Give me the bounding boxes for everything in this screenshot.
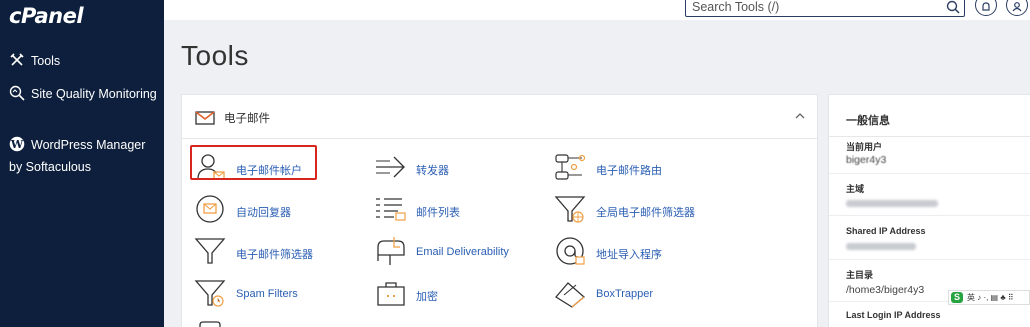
- encryption-icon: [377, 282, 405, 306]
- search-input[interactable]: [686, 0, 926, 16]
- email-panel: 电子邮件 电子邮件帐户 转发器 电子邮件路由 自动回复器 邮件列表 全局电子邮件…: [181, 94, 818, 327]
- current-user-value: biger4y3: [846, 154, 887, 166]
- spam-filters-icon: [194, 280, 226, 307]
- mailing-lists-icon: [376, 198, 406, 221]
- email-panel-title: 电子邮件: [224, 113, 270, 125]
- tool-label: Email Deliverability: [416, 246, 509, 258]
- email-filters-icon: [194, 238, 226, 264]
- autoresponders-icon: [196, 195, 224, 223]
- boxtrapper-icon: [555, 282, 586, 308]
- cpanel-logo[interactable]: cPanel: [9, 4, 84, 28]
- page-title: Tools: [181, 40, 249, 71]
- wordpress-icon: W: [9, 136, 25, 152]
- email-panel-header[interactable]: 电子邮件: [182, 95, 817, 139]
- search-box: [685, 0, 965, 17]
- ime-toolbar[interactable]: S 英 ♪ ·, ▤ ♣ ⠿: [948, 290, 1030, 305]
- email-deliverability-icon: [377, 237, 405, 265]
- envelope-icon: [195, 111, 215, 125]
- divider: [829, 136, 1030, 137]
- forwarders-icon: [376, 156, 405, 178]
- divider: [829, 173, 1030, 174]
- sidebar: cPanel Tools Site Quality Monitoring W Wo…: [0, 0, 164, 327]
- ime-toolbar-text: 英 ♪ ·, ▤ ♣ ⠿: [967, 293, 1014, 302]
- divider: [829, 215, 1030, 216]
- tool-label: 自动回复器: [236, 207, 291, 219]
- shared-ip-value-redacted: [846, 243, 916, 250]
- tool-label: 电子邮件路由: [596, 165, 662, 177]
- address-importer-icon: [556, 237, 585, 265]
- notifications-button[interactable]: [975, 0, 997, 16]
- current-user-label: 当前用户: [846, 142, 883, 152]
- sidebar-item-tools[interactable]: Tools: [9, 50, 60, 72]
- home-dir-value: /home3/biger4y3: [846, 284, 925, 296]
- chevron-up-icon[interactable]: [794, 112, 806, 120]
- partial-tool-icon: [199, 321, 221, 327]
- primary-domain-label: 主域: [846, 184, 865, 194]
- global-email-filters-icon: [554, 196, 586, 223]
- tool-label: 全局电子邮件筛选器: [596, 207, 695, 219]
- tool-label: 地址导入程序: [596, 249, 662, 261]
- primary-domain-value-redacted: [846, 200, 938, 207]
- svg-text:W: W: [10, 138, 24, 151]
- sidebar-item-label: WordPress Manager by Softaculous: [9, 138, 146, 174]
- home-dir-label: 主目录: [846, 270, 874, 280]
- sidebar-item-site-quality[interactable]: Site Quality Monitoring: [9, 83, 159, 105]
- divider: [829, 259, 1030, 260]
- tool-label: Spam Filters: [236, 288, 298, 300]
- user-menu-button[interactable]: [1006, 0, 1028, 16]
- email-routing-icon: [555, 154, 586, 180]
- tool-label: 转发器: [416, 165, 449, 177]
- general-info-title: 一般信息: [846, 115, 890, 127]
- sidebar-item-wordpress[interactable]: W WordPress Manager by Softaculous: [9, 134, 159, 178]
- tool-label: BoxTrapper: [596, 288, 654, 300]
- sidebar-item-label: Tools: [31, 54, 61, 68]
- sidebar-item-label: Site Quality Monitoring: [31, 87, 157, 101]
- sogou-icon: S: [951, 292, 963, 303]
- user-icon: [1012, 2, 1022, 12]
- tool-label: 邮件列表: [416, 207, 460, 219]
- tools-icon: [10, 53, 24, 66]
- last-login-label: Last Login IP Address: [846, 310, 941, 320]
- site-quality-icon: [9, 85, 25, 101]
- selection-highlight: [190, 145, 317, 180]
- tool-label: 电子邮件筛选器: [236, 249, 313, 261]
- bell-icon: [982, 2, 990, 11]
- search-icon[interactable]: [945, 0, 961, 15]
- tool-label: 加密: [416, 291, 438, 303]
- shared-ip-label: Shared IP Address: [846, 226, 926, 236]
